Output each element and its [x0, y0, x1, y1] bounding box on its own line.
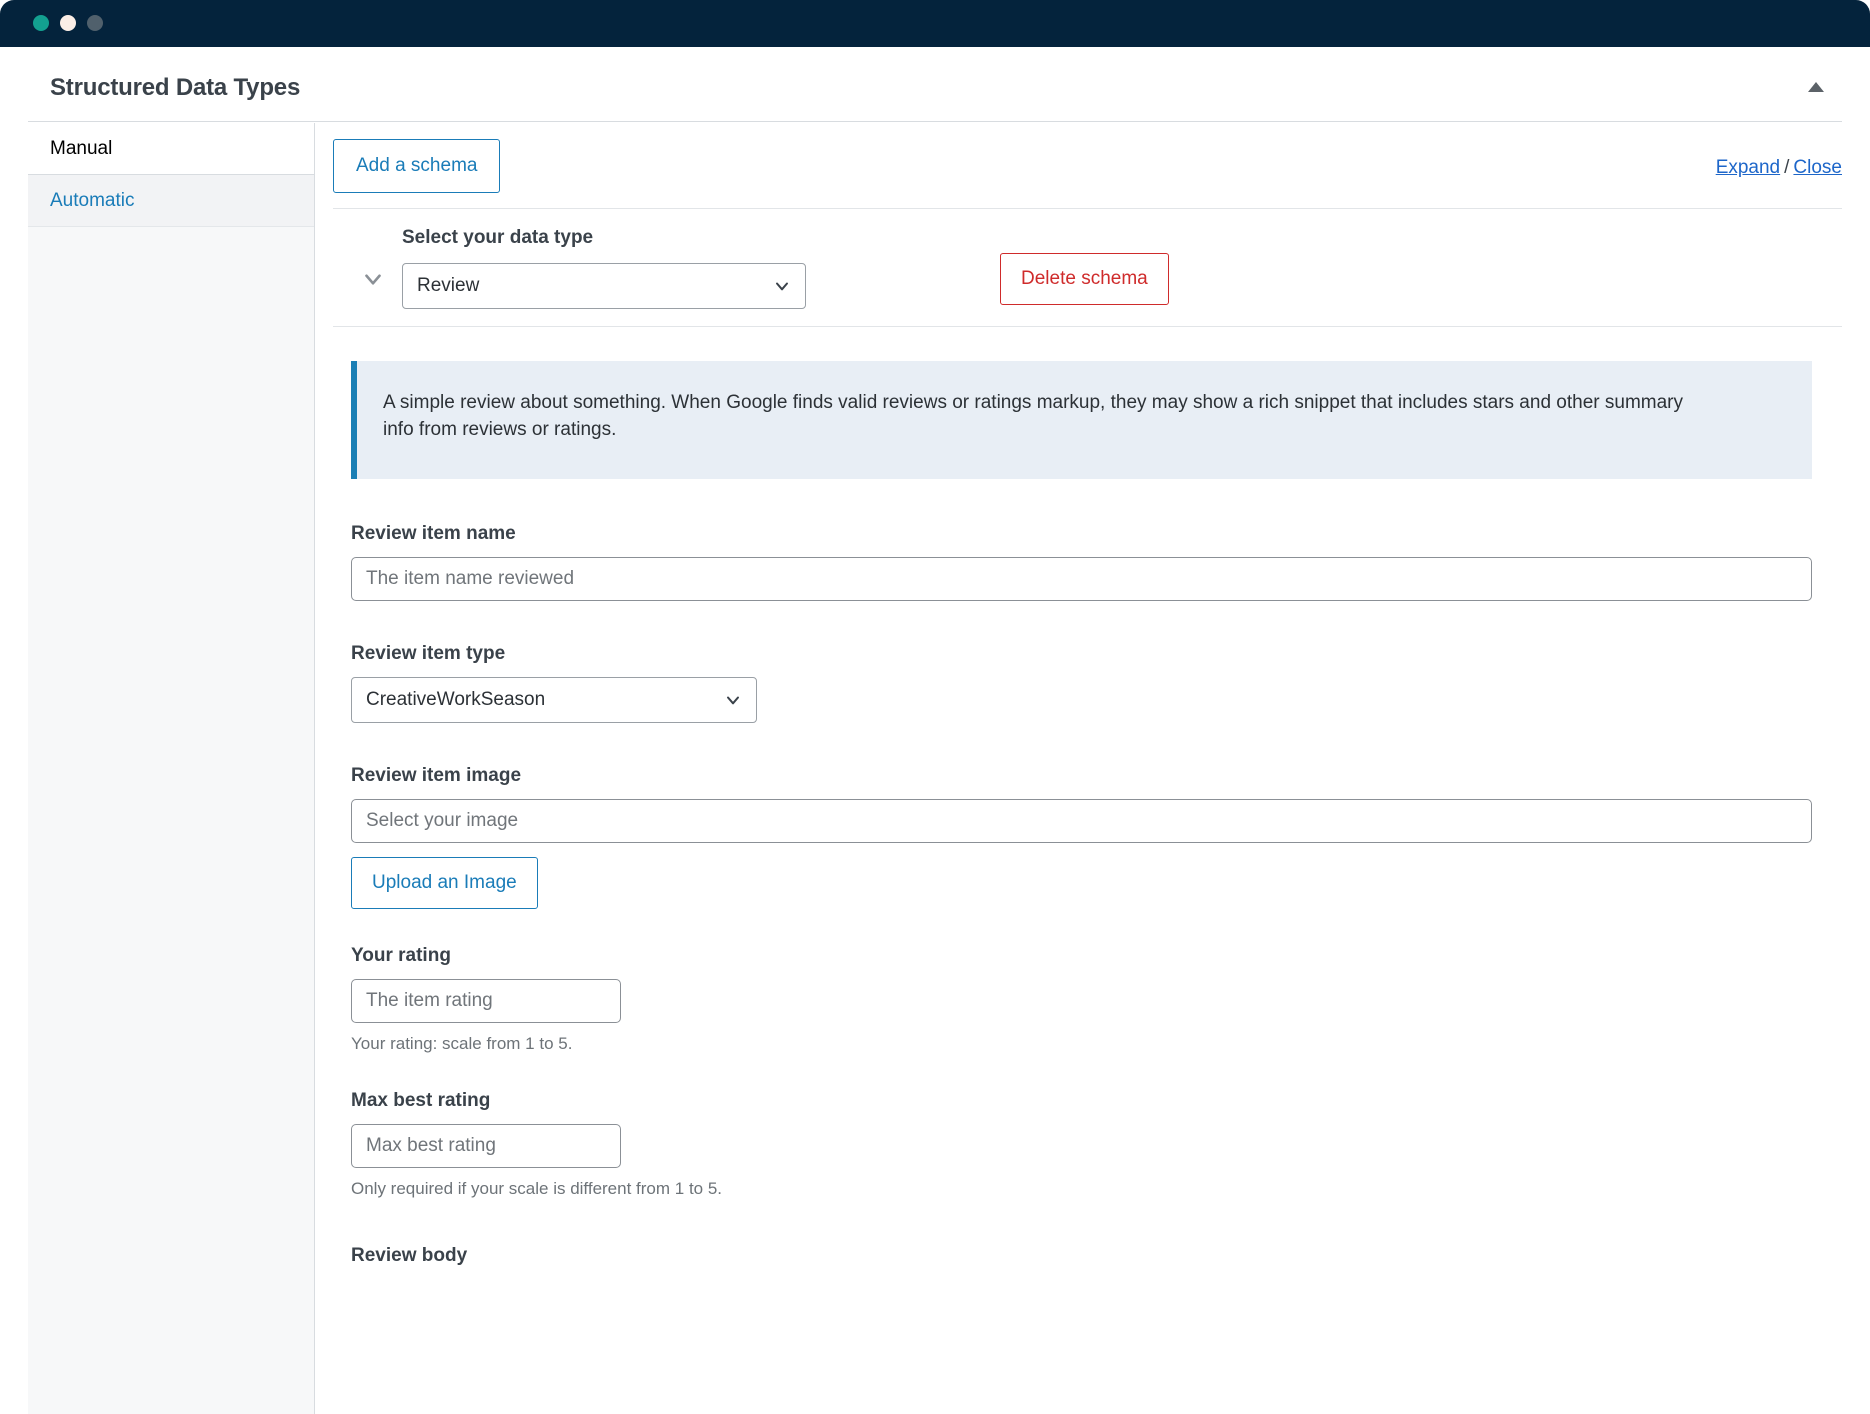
traffic-light-group — [33, 15, 103, 31]
field-max-best-rating: Max best rating Only required if your sc… — [351, 1090, 1812, 1199]
app-window: Structured Data Types Manual Automatic A… — [0, 0, 1870, 1414]
max-best-rating-help-text: Only required if your scale is different… — [351, 1179, 723, 1198]
your-rating-help-text: Your rating: scale from 1 to 5. — [351, 1034, 573, 1053]
field-label: Review item type — [351, 643, 506, 664]
schema-description-text: A simple review about something. When Go… — [383, 392, 1683, 440]
data-type-select-value[interactable]: Review — [402, 263, 806, 309]
review-item-name-input[interactable] — [351, 557, 1812, 601]
field-review-item-image: Review item image Upload an Image — [351, 765, 1812, 909]
review-item-type-select[interactable]: CreativeWorkSeason — [351, 677, 757, 723]
field-label: Review item name — [351, 523, 516, 544]
schema-header-row: Select your data type Review Delete sche… — [333, 209, 1842, 327]
maximize-dot-icon[interactable] — [87, 15, 103, 31]
schema-toolbar: Add a schema Expand / Close — [333, 123, 1842, 209]
panel-header: Structured Data Types — [28, 47, 1842, 122]
max-best-rating-input[interactable] — [351, 1124, 621, 1168]
schema-form: Review item name Review item type Creati… — [351, 523, 1812, 1267]
field-review-body: Review body — [351, 1245, 1812, 1267]
expand-close-links: Expand / Close — [1716, 157, 1842, 179]
sidebar-item-manual[interactable]: Manual — [28, 123, 314, 175]
sidebar-background — [28, 228, 314, 1414]
sidebar-item-automatic[interactable]: Automatic — [28, 175, 314, 227]
field-label: Max best rating — [351, 1090, 491, 1111]
field-label: Your rating — [351, 945, 451, 966]
close-link[interactable]: Close — [1793, 157, 1842, 178]
sidebar-item-label: Automatic — [50, 189, 135, 211]
field-label: Review item image — [351, 765, 522, 786]
caret-up-icon — [1808, 82, 1824, 92]
expand-link[interactable]: Expand — [1716, 157, 1780, 178]
schema-description-notice: A simple review about something. When Go… — [351, 361, 1812, 479]
page-title: Structured Data Types — [50, 74, 301, 101]
field-your-rating: Your rating Your rating: scale from 1 to… — [351, 945, 1812, 1054]
upload-image-button[interactable]: Upload an Image — [351, 857, 538, 909]
minimize-dot-icon[interactable] — [60, 15, 76, 31]
data-type-label: Select your data type — [402, 227, 594, 248]
close-dot-icon[interactable] — [33, 15, 49, 31]
sidebar: Manual Automatic — [28, 123, 315, 1414]
review-item-type-value[interactable]: CreativeWorkSeason — [351, 677, 757, 723]
field-label: Review body — [351, 1245, 468, 1266]
sidebar-item-label: Manual — [50, 137, 113, 159]
field-review-item-type: Review item type CreativeWorkSeason — [351, 643, 1812, 723]
structured-data-panel: Structured Data Types Manual Automatic A… — [28, 47, 1870, 1414]
schema-content: Add a schema Expand / Close Select your da… — [315, 123, 1870, 1414]
data-type-select[interactable]: Review — [402, 263, 806, 309]
add-schema-button[interactable]: Add a schema — [333, 139, 501, 193]
delete-schema-button[interactable]: Delete schema — [1000, 253, 1169, 305]
field-review-item-name: Review item name — [351, 523, 1812, 601]
chevron-down-icon[interactable] — [360, 266, 386, 292]
window-titlebar — [0, 0, 1870, 47]
review-item-image-input[interactable] — [351, 799, 1812, 843]
your-rating-input[interactable] — [351, 979, 621, 1023]
link-separator: / — [1784, 157, 1790, 178]
panel-collapse-toggle[interactable] — [1802, 73, 1830, 101]
app-body: Structured Data Types Manual Automatic A… — [0, 47, 1870, 1414]
panel-columns: Manual Automatic Add a schema Expand / Clo… — [28, 123, 1870, 1414]
